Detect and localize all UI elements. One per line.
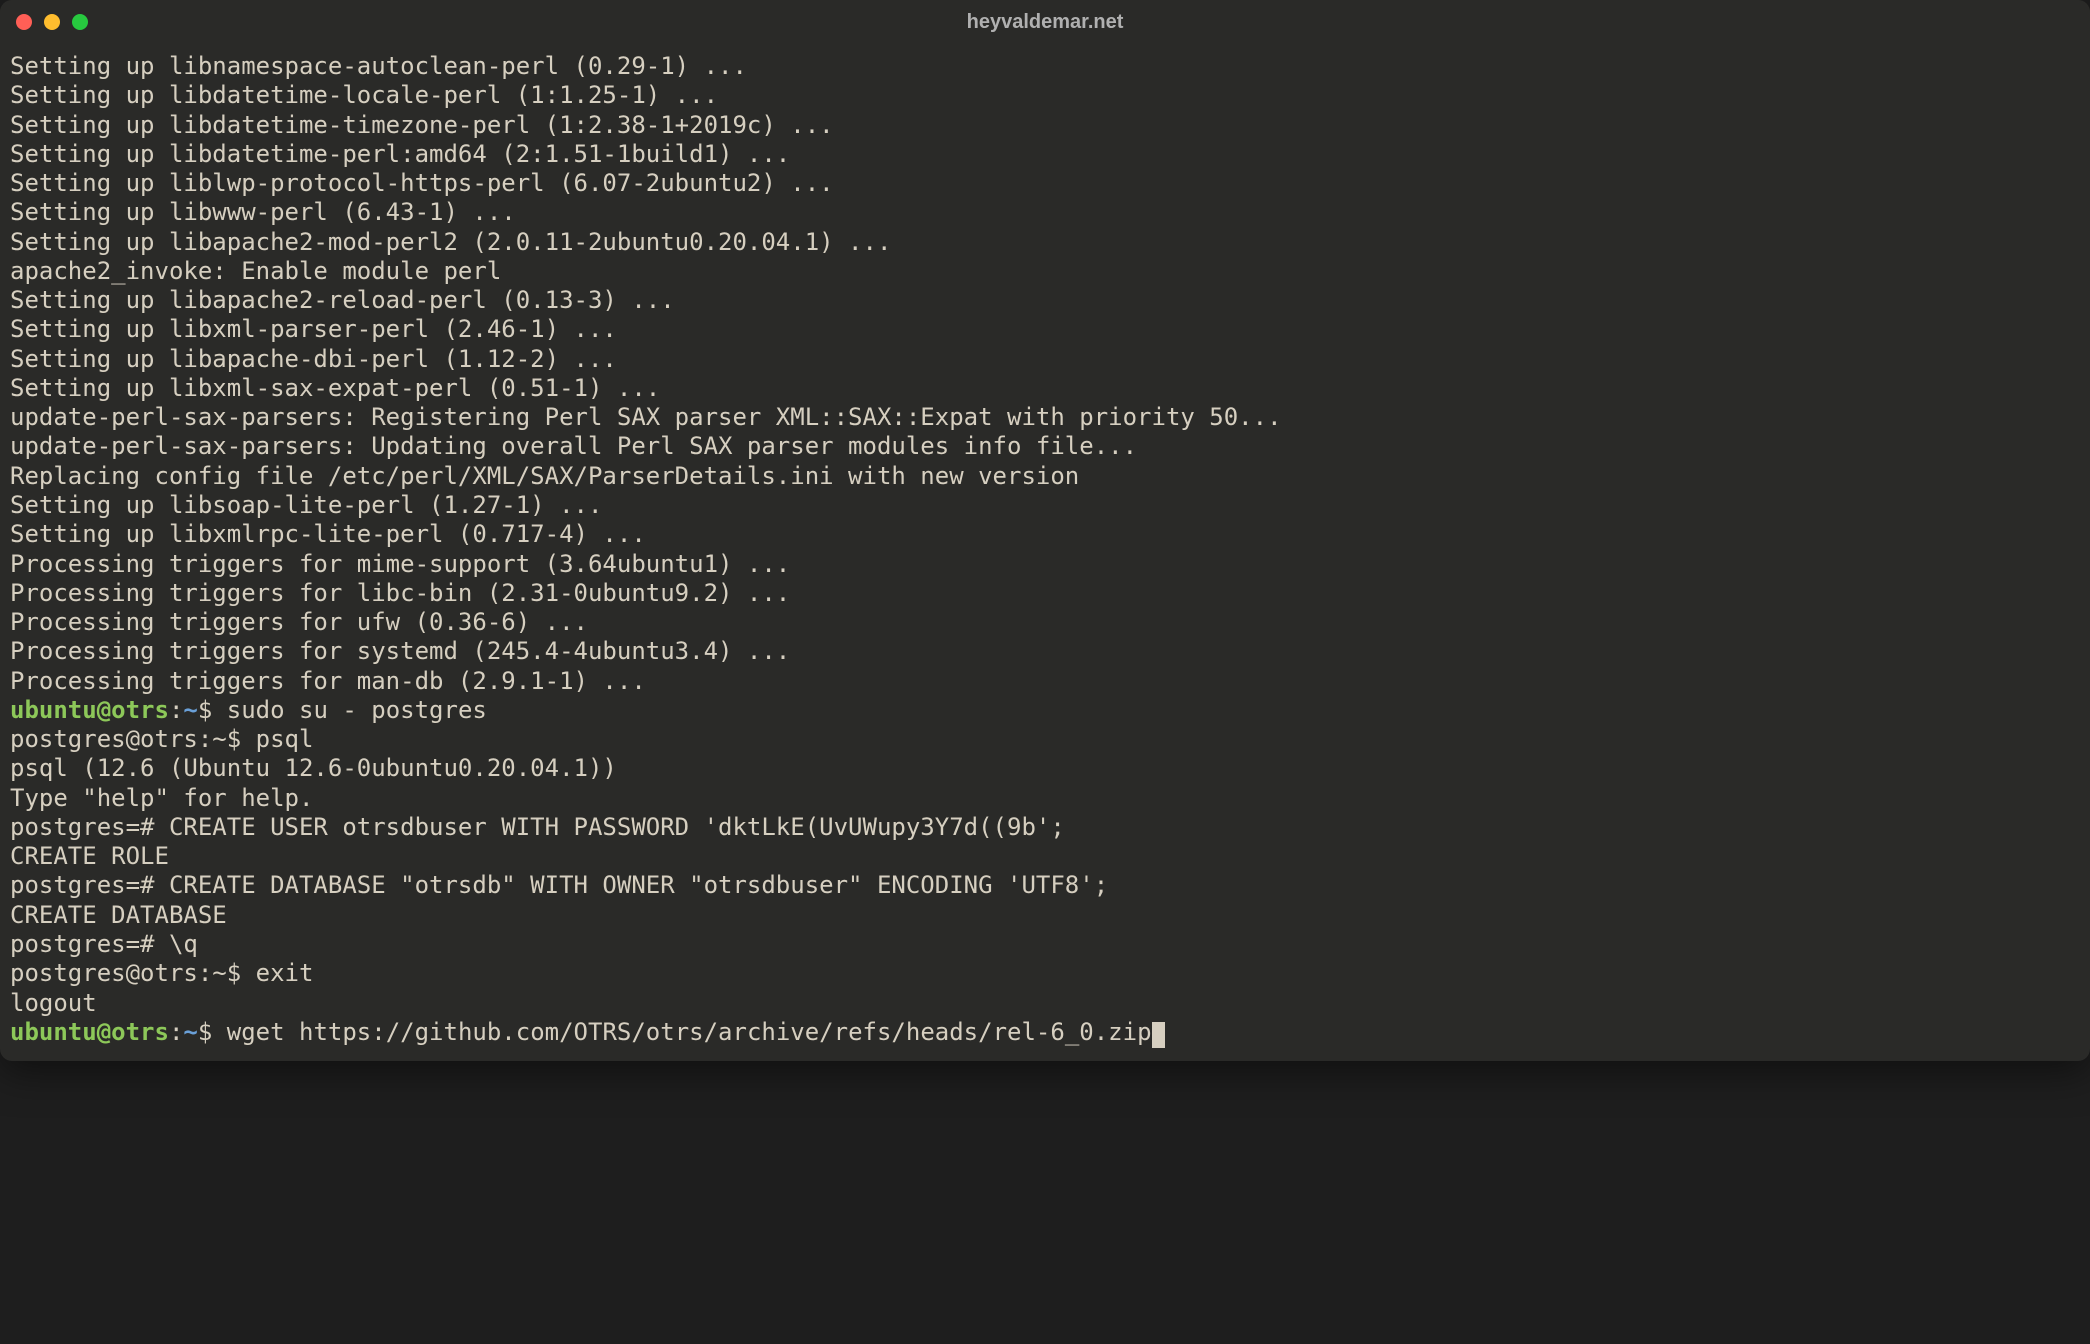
prompt-host: otrs: [111, 696, 169, 724]
output-line: Setting up libxml-sax-expat-perl (0.51-1…: [10, 374, 2080, 403]
output-line: Replacing config file /etc/perl/XML/SAX/…: [10, 462, 2080, 491]
output-line: postgres=# \q: [10, 930, 2080, 959]
prompt-symbol: $: [198, 696, 212, 724]
output-line: Setting up libapache2-reload-perl (0.13-…: [10, 286, 2080, 315]
output-line: Setting up libapache2-mod-perl2 (2.0.11-…: [10, 228, 2080, 257]
output-line: Processing triggers for systemd (245.4-4…: [10, 637, 2080, 666]
output-line: Setting up libdatetime-perl:amd64 (2:1.5…: [10, 140, 2080, 169]
output-line: Setting up libsoap-lite-perl (1.27-1) ..…: [10, 491, 2080, 520]
prompt-user: ubuntu: [10, 1018, 97, 1046]
output-line: CREATE DATABASE: [10, 901, 2080, 930]
output-line: update-perl-sax-parsers: Updating overal…: [10, 432, 2080, 461]
output-line: postgres@otrs:~$ exit: [10, 959, 2080, 988]
output-line: Setting up libxml-parser-perl (2.46-1) .…: [10, 315, 2080, 344]
prompt-host: otrs: [111, 1018, 169, 1046]
command-text: sudo su - postgres: [227, 696, 487, 724]
output-line: postgres=# CREATE USER otrsdbuser WITH P…: [10, 813, 2080, 842]
titlebar: heyvaldemar.net: [0, 0, 2090, 44]
output-line: Setting up libwww-perl (6.43-1) ...: [10, 198, 2080, 227]
prompt-path: ~: [183, 1018, 197, 1046]
output-line: postgres=# CREATE DATABASE "otrsdb" WITH…: [10, 871, 2080, 900]
maximize-icon[interactable]: [72, 14, 88, 30]
prompt-symbol: $: [198, 1018, 212, 1046]
output-line: CREATE ROLE: [10, 842, 2080, 871]
output-line: Setting up libnamespace-autoclean-perl (…: [10, 52, 2080, 81]
prompt-path: ~: [183, 696, 197, 724]
output-line: Setting up libdatetime-locale-perl (1:1.…: [10, 81, 2080, 110]
output-line: logout: [10, 989, 2080, 1018]
prompt-user: ubuntu: [10, 696, 97, 724]
output-line: psql (12.6 (Ubuntu 12.6-0ubuntu0.20.04.1…: [10, 754, 2080, 783]
output-line: apache2_invoke: Enable module perl: [10, 257, 2080, 286]
minimize-icon[interactable]: [44, 14, 60, 30]
cursor-icon: [1152, 1022, 1165, 1048]
terminal-window: heyvaldemar.net Setting up libnamespace-…: [0, 0, 2090, 1061]
output-line: Setting up liblwp-protocol-https-perl (6…: [10, 169, 2080, 198]
output-line: Type "help" for help.: [10, 784, 2080, 813]
output-line: Processing triggers for mime-support (3.…: [10, 550, 2080, 579]
close-icon[interactable]: [16, 14, 32, 30]
output-line: Setting up libapache-dbi-perl (1.12-2) .…: [10, 345, 2080, 374]
command-text: wget https://github.com/OTRS/otrs/archiv…: [227, 1018, 1152, 1046]
output-line: Processing triggers for man-db (2.9.1-1)…: [10, 667, 2080, 696]
output-line: Setting up libdatetime-timezone-perl (1:…: [10, 111, 2080, 140]
terminal-body[interactable]: Setting up libnamespace-autoclean-perl (…: [0, 44, 2090, 1061]
window-title: heyvaldemar.net: [967, 11, 1124, 34]
prompt-line: ubuntu@otrs:~$ sudo su - postgres: [10, 696, 2080, 725]
output-line: update-perl-sax-parsers: Registering Per…: [10, 403, 2080, 432]
output-line: Processing triggers for libc-bin (2.31-0…: [10, 579, 2080, 608]
traffic-lights: [16, 14, 88, 30]
prompt-line: ubuntu@otrs:~$ wget https://github.com/O…: [10, 1018, 2080, 1047]
output-line: postgres@otrs:~$ psql: [10, 725, 2080, 754]
output-line: Processing triggers for ufw (0.36-6) ...: [10, 608, 2080, 637]
output-line: Setting up libxmlrpc-lite-perl (0.717-4)…: [10, 520, 2080, 549]
